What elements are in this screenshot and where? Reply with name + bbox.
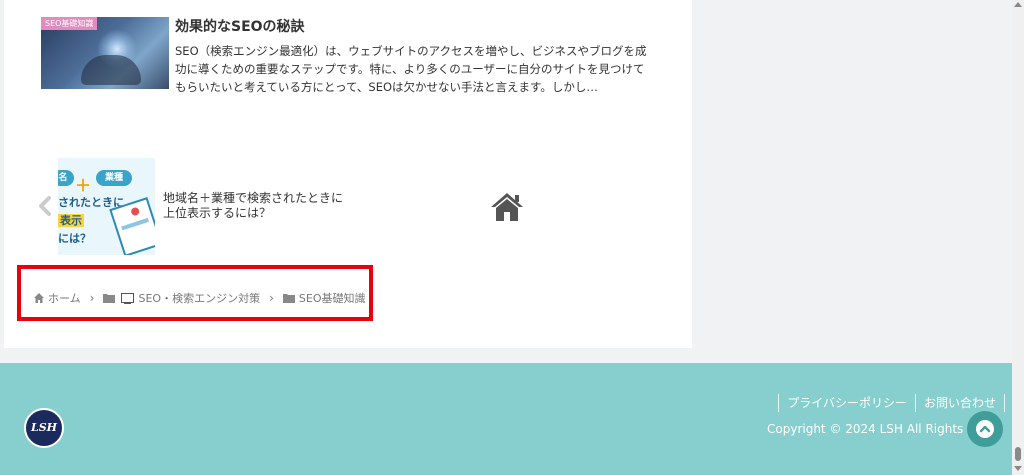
scrollbar-thumb[interactable] [1015, 447, 1021, 461]
scroll-up-arrow-icon[interactable] [1014, 2, 1022, 7]
thumb-line-2: 表示 [58, 214, 84, 227]
thumb-plus: ＋ [75, 176, 92, 195]
category-badge[interactable]: SEO基礎知識 [41, 17, 98, 30]
home-icon[interactable] [489, 191, 525, 223]
footer-link-privacy[interactable]: プライバシーポリシー [778, 394, 915, 412]
related-post-title[interactable]: 地域名＋業種で検索されたときに上位表示するには？ [163, 191, 343, 221]
vertical-scrollbar[interactable] [1012, 0, 1024, 475]
scroll-down-arrow-icon[interactable] [1014, 466, 1022, 471]
chevron-left-icon[interactable] [36, 195, 54, 217]
thumb-line-3: には？ [58, 232, 91, 245]
footer-links: プライバシーポリシー お問い合わせ [778, 394, 1005, 412]
article-title[interactable]: 効果的なSEOの秘訣 [175, 16, 305, 36]
thumb-pill-industry: 業種 [96, 170, 132, 186]
back-to-top-button[interactable] [967, 411, 1003, 447]
breadcrumb-highlight-box [17, 265, 373, 321]
article-thumbnail[interactable]: SEO基礎知識 [41, 17, 169, 89]
thumb-pill-region: 名 [58, 170, 74, 186]
chevron-up-icon [976, 420, 994, 438]
copyright-text: Copyright © 2024 LSH All Rights Res [767, 422, 989, 436]
site-logo[interactable]: LSH [24, 408, 64, 448]
footer-link-contact[interactable]: お問い合わせ [914, 394, 1005, 412]
article-excerpt: SEO（検索エンジン最適化）は、ウェブサイトのアクセスを増やし、ビジネスやブログ… [175, 44, 647, 94]
related-post-thumbnail[interactable]: 名 ＋ 業種 されたときに 表示 には？ [58, 158, 155, 255]
site-footer [0, 363, 1012, 475]
